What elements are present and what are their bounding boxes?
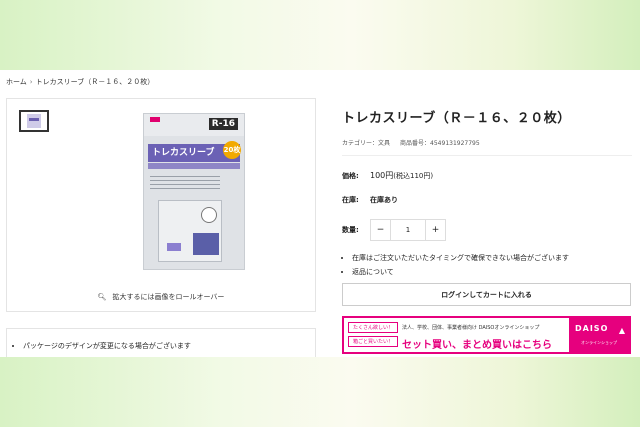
zoom-hint: 🔍︎ 拡大するには画像をロールオーバー [7,292,315,302]
gallery-thumbnail[interactable] [19,110,49,132]
price-amount: 100円 [370,171,394,180]
package-count-badge: 20枚 [223,141,241,159]
stock-label: 在庫: [342,196,359,204]
thumbnail-image [27,114,41,128]
category-link[interactable]: 文具 [378,140,390,147]
banner-tags: たくさん欲しい！ 箱ごと買いたい！ [348,322,398,347]
magnifier-icon: 🔍︎ [97,293,107,301]
product-meta: カテゴリー：文具 商品番号：4549131927795 [342,138,632,147]
product-package: R-16 トレカスリーブ 20枚 [143,113,245,270]
package-notes: パッケージのデザインが変更になる場合がございます [6,328,316,357]
size-tag [193,233,219,255]
qty-plus-button[interactable]: + [426,220,445,240]
price-row: 価格: 100円(税込110円) [342,170,632,181]
daiso-logo: DAISO [575,324,609,333]
product-image[interactable]: R-16 トレカスリーブ 20枚 [143,113,245,270]
qty-input[interactable]: 1 [390,220,426,240]
qty-minus-button[interactable]: − [371,220,390,240]
chevron-up-icon: ▲ [618,326,625,335]
breadcrumb-separator: › [29,78,33,86]
price-label: 価格: [342,171,359,180]
banner-tag-2: 箱ごと買いたい！ [348,336,398,347]
product-gallery: R-16 トレカスリーブ 20枚 🔍︎ 拡大するには画像をロールオーバー [6,98,316,312]
product-title: トレカスリーブ（Ｒ－１６、２０枚） [342,111,571,126]
card-icon [201,207,217,223]
daiso-brand-block: DAISO ▲ オンラインショップ [569,318,629,352]
product-page: ホーム›トレカスリーブ（Ｒ－１６、２０枚） R-16 トレカスリーブ 20枚 [0,70,640,357]
breadcrumb-home-link[interactable]: ホーム [6,78,27,86]
daiso-online-shop-label: オンラインショップ [581,340,617,345]
arrow-icon [167,243,181,251]
returns-link-item: 返品について [352,267,632,277]
package-subband [148,163,240,169]
breadcrumb-current: トレカスリーブ（Ｒ－１６、２０枚） [35,78,155,86]
package-header: R-16 [144,114,244,136]
stock-row: 在庫: 在庫あり [342,195,632,205]
banner-line-1: 法人、学校、団体、事業者様向け DAISOオンラインショップ [402,325,540,331]
item-number-label: 商品番号： [400,140,431,147]
zoom-hint-text: 拡大するには画像をロールオーバー [112,293,225,301]
package-sleeve-window [158,200,222,262]
product-info: トレカスリーブ（Ｒ－１６、２０枚） カテゴリー：文具 商品番号：454913192… [342,107,632,354]
stock-notice: 在庫はご注文いただいたタイミングで確保できない場合がございます [352,253,632,263]
qty-label: 数量: [342,226,359,234]
price-value: 100円(税込110円) [370,170,433,181]
quantity-stepper: − 1 + [370,219,446,241]
quantity-row: 数量: − 1 + [342,219,632,241]
item-number: 4549131927795 [430,140,480,147]
returns-link[interactable]: 返品について [352,268,394,276]
category-label: カテゴリー： [342,140,379,147]
package-note-item: パッケージのデザインが変更になる場合がございます [23,341,191,351]
notice-list: 在庫はご注文いただいたタイミングで確保できない場合がございます 返品について [342,253,632,277]
price-tax: (税込110円) [393,172,434,180]
bulk-purchase-banner[interactable]: たくさん欲しい！ 箱ごと買いたい！ 法人、学校、団体、事業者様向け DAISOオ… [342,316,631,354]
stock-value: 在庫あり [370,196,398,204]
banner-line-2: セット買い、まとめ買いはこちら [402,340,552,351]
daiso-logo-mark [150,117,160,122]
package-description [150,176,220,190]
breadcrumb: ホーム › トレカスリーブ（Ｒ－１６、２０枚） [6,77,154,87]
divider [342,155,632,156]
package-code: R-16 [208,118,238,130]
banner-tag-1: たくさん欲しい！ [348,322,398,333]
login-add-to-cart-button[interactable]: ログインしてカートに入れる [342,283,631,306]
